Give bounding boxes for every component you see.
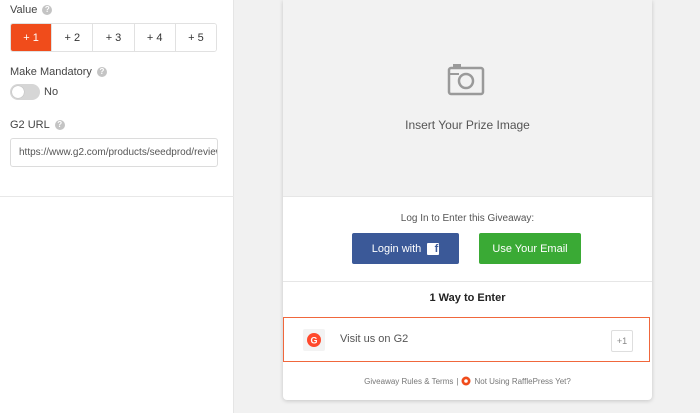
rafflepress-promo-link[interactable]: Not Using RafflePress Yet? bbox=[474, 377, 570, 386]
help-icon[interactable]: ? bbox=[42, 5, 53, 15]
camera-icon bbox=[447, 64, 485, 96]
facebook-icon: f bbox=[427, 242, 440, 255]
login-prompt: Log In to Enter this Giveaway: bbox=[400, 213, 535, 224]
mandatory-label: Make Mandatory bbox=[10, 66, 92, 78]
ways-to-enter-title: 1 Way to Enter bbox=[429, 292, 506, 304]
value-option-2[interactable]: + 2 bbox=[52, 24, 94, 51]
prize-placeholder-text: Insert Your Prize Image bbox=[405, 118, 530, 132]
entry-label: Visit us on G2 bbox=[340, 333, 409, 345]
section-divider bbox=[283, 281, 652, 282]
g2-logo-icon: G bbox=[303, 329, 325, 351]
facebook-login-button[interactable]: Login with f bbox=[352, 233, 459, 264]
panel-divider bbox=[0, 196, 234, 197]
help-icon[interactable]: ? bbox=[54, 120, 65, 130]
value-option-3[interactable]: + 3 bbox=[93, 24, 135, 51]
prize-image-placeholder[interactable]: Insert Your Prize Image bbox=[283, 0, 652, 197]
email-login-label: Use Your Email bbox=[492, 242, 568, 255]
rafflepress-icon bbox=[461, 376, 471, 386]
svg-text:G: G bbox=[310, 336, 317, 346]
value-option-4[interactable]: + 4 bbox=[134, 24, 176, 51]
entry-points-badge: +1 bbox=[611, 330, 633, 352]
value-selector: + 1 + 2 + 3 + 4 + 5 bbox=[10, 23, 217, 52]
mandatory-toggle[interactable] bbox=[10, 84, 40, 100]
footer-separator: | bbox=[456, 376, 459, 386]
mandatory-state: No bbox=[44, 86, 59, 98]
facebook-login-label: Login with bbox=[371, 242, 422, 255]
url-label: G2 URL bbox=[10, 119, 50, 131]
entry-action-row[interactable]: G Visit us on G2 +1 bbox=[283, 317, 650, 362]
mandatory-field-label: Make Mandatory ? bbox=[10, 66, 107, 78]
card-footer: Giveaway Rules & Terms | Not Using Raffl… bbox=[283, 376, 652, 386]
g2-url-input[interactable]: https://www.g2.com/products/seedprod/rev… bbox=[10, 138, 218, 167]
value-option-1[interactable]: + 1 bbox=[11, 24, 53, 51]
settings-panel: Value ? + 1 + 2 + 3 + 4 + 5 Make Mandato… bbox=[0, 0, 234, 413]
url-field-label: G2 URL ? bbox=[10, 119, 65, 131]
giveaway-preview-card: Insert Your Prize Image Log In to Enter … bbox=[283, 0, 652, 400]
value-field-label: Value ? bbox=[10, 4, 53, 16]
toggle-knob bbox=[12, 86, 24, 98]
value-option-5[interactable]: + 5 bbox=[175, 24, 216, 51]
email-login-button[interactable]: Use Your Email bbox=[479, 233, 581, 264]
mandatory-toggle-row: No bbox=[10, 84, 58, 100]
help-icon[interactable]: ? bbox=[96, 67, 107, 77]
value-label: Value bbox=[10, 4, 38, 16]
rules-link[interactable]: Giveaway Rules & Terms bbox=[364, 377, 453, 386]
